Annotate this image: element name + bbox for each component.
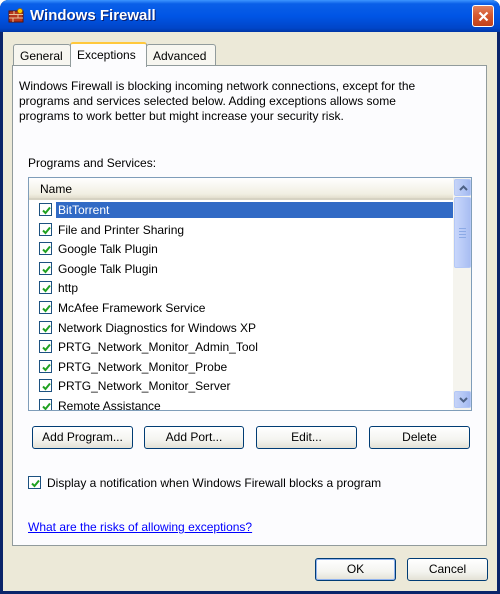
chevron-down-icon: [459, 397, 468, 403]
add-port-button[interactable]: Add Port...: [144, 426, 244, 449]
programs-list[interactable]: Name BitTorrent File and Printer Sharing G…: [28, 177, 472, 411]
program-row[interactable]: McAfee Framework Service: [29, 298, 453, 318]
scroll-up-button[interactable]: [454, 179, 471, 196]
notification-checkbox[interactable]: [28, 476, 41, 489]
program-label: PRTG_Network_Monitor_Server: [58, 379, 231, 394]
program-row[interactable]: PRTG_Network_Monitor_Admin_Tool: [29, 337, 453, 357]
program-checkbox[interactable]: [39, 340, 52, 354]
program-row[interactable]: http: [29, 278, 453, 298]
column-header-name[interactable]: Name: [29, 178, 453, 200]
program-row[interactable]: Network Diagnostics for Windows XP: [29, 318, 453, 338]
firewall-icon: [8, 8, 24, 24]
checkmark-icon: [42, 402, 51, 410]
vertical-scrollbar[interactable]: [453, 178, 471, 410]
program-row[interactable]: Remote Assistance: [29, 396, 453, 411]
tab-exceptions[interactable]: Exceptions: [70, 42, 147, 67]
notification-label[interactable]: Display a notification when Windows Fire…: [47, 476, 381, 490]
scroll-down-button[interactable]: [454, 391, 471, 408]
scroll-thumb[interactable]: [454, 197, 471, 268]
checkmark-icon: [42, 383, 51, 391]
exceptions-description: Windows Firewall is blocking incoming ne…: [19, 79, 416, 123]
program-label: PRTG_Network_Monitor_Probe: [58, 359, 228, 374]
firewall-window: Windows Firewall General Exceptions Adva…: [0, 0, 500, 594]
checkmark-icon: [42, 265, 51, 274]
program-label: Google Talk Plugin: [58, 261, 158, 276]
program-row[interactable]: PRTG_Network_Monitor_Probe: [29, 357, 453, 377]
program-checkbox[interactable]: [39, 398, 52, 410]
edit-button[interactable]: Edit...: [256, 426, 357, 449]
programs-rows: BitTorrent File and Printer Sharing Google…: [29, 200, 453, 411]
checkmark-icon: [42, 285, 51, 293]
checkmark-icon: [42, 226, 51, 235]
ok-button[interactable]: OK: [315, 558, 396, 581]
checkmark-icon: [42, 206, 51, 215]
program-label: Remote Assistance: [58, 398, 161, 411]
program-checkbox[interactable]: [39, 281, 52, 295]
delete-button[interactable]: Delete: [369, 426, 470, 449]
checkmark-icon: [42, 324, 51, 333]
cancel-button[interactable]: Cancel: [407, 558, 488, 581]
dialog-client: General Exceptions Advanced Windows Fire…: [3, 32, 497, 591]
close-icon: [478, 11, 489, 22]
program-checkbox[interactable]: [39, 222, 52, 236]
program-checkbox[interactable]: [39, 261, 52, 275]
program-checkbox[interactable]: [39, 379, 52, 393]
program-label: http: [58, 281, 79, 296]
program-label: PRTG_Network_Monitor_Admin_Tool: [58, 340, 258, 355]
program-checkbox[interactable]: [39, 359, 52, 373]
program-label: McAfee Framework Service: [58, 300, 206, 315]
program-row[interactable]: Google Talk Plugin: [29, 239, 453, 259]
program-checkbox[interactable]: [39, 242, 52, 256]
program-checkbox[interactable]: [39, 203, 52, 216]
program-checkbox[interactable]: [39, 320, 52, 334]
tab-general[interactable]: General: [13, 44, 71, 66]
program-checkbox[interactable]: [39, 300, 52, 314]
program-row[interactable]: PRTG_Network_Monitor_Server: [29, 376, 453, 396]
add-program-button[interactable]: Add Program...: [32, 426, 133, 449]
risks-help-link[interactable]: What are the risks of allowing exception…: [28, 520, 252, 534]
checkmark-icon: [42, 344, 51, 352]
checkmark-icon: [42, 246, 51, 254]
program-label: BitTorrent: [56, 202, 453, 218]
program-label: Network Diagnostics for Windows XP: [58, 320, 257, 335]
program-row[interactable]: Google Talk Plugin: [29, 259, 453, 279]
checkmark-icon: [31, 479, 40, 488]
program-row[interactable]: File and Printer Sharing: [29, 220, 453, 240]
close-button[interactable]: [472, 5, 494, 27]
title-bar[interactable]: Windows Firewall: [0, 0, 500, 32]
checkmark-icon: [42, 363, 51, 372]
program-row[interactable]: BitTorrent: [29, 200, 453, 220]
program-label: File and Printer Sharing: [58, 222, 185, 237]
tab-advanced[interactable]: Advanced: [146, 44, 216, 66]
chevron-up-icon: [459, 185, 468, 191]
program-label: Google Talk Plugin: [58, 242, 158, 257]
checkmark-icon: [42, 304, 51, 313]
programs-section-label: Programs and Services:: [28, 156, 157, 170]
window-title: Windows Firewall: [30, 7, 156, 24]
